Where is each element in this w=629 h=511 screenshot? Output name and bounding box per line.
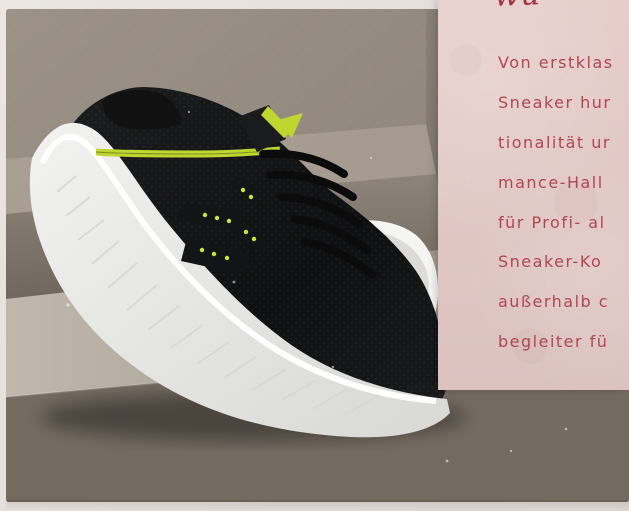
description-line-5: für Profi- al [498, 213, 606, 232]
description-line-3: tionalität ur [498, 133, 611, 152]
bottom-paper-shadow [6, 500, 629, 511]
description-line-1: Von erstklas [498, 54, 614, 72]
card-heading: wu [493, 0, 541, 14]
description-line-4: mance-Hall [498, 173, 604, 192]
description-line-6: Sneaker-Ko [498, 253, 603, 272]
description-line-8: begleiter fü [498, 333, 609, 352]
description-text: Von erstklas Sneaker hur tionalität ur m… [498, 54, 629, 352]
description-line-7: außerhalb c [498, 293, 610, 312]
product-description-card: wu Von erstklas Sneaker hur tionalität u… [438, 0, 629, 390]
description-line-2: Sneaker hur [498, 93, 612, 112]
